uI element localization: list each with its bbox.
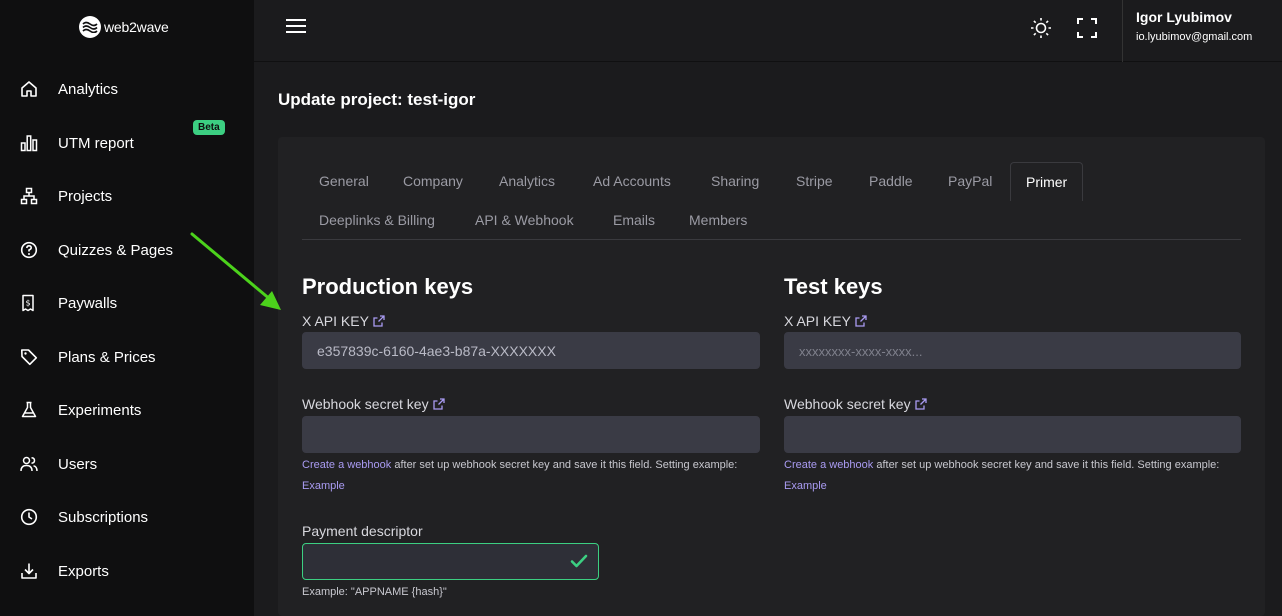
annotation-arrow-icon (190, 232, 281, 310)
tab-sharing[interactable]: Sharing (711, 173, 759, 189)
create-webhook-link[interactable]: Create a webhook (302, 459, 391, 471)
external-link-icon[interactable] (855, 315, 867, 327)
fullscreen-icon[interactable] (1076, 17, 1098, 44)
sidebar-item-label: Paywalls (58, 294, 118, 312)
prod-api-key-label-text: X API KEY (302, 313, 369, 329)
sidebar-item-label: Analytics (58, 80, 119, 98)
sidebar-item-plans-prices[interactable]: Plans & Prices (18, 344, 156, 370)
sidebar-item-label: Exports (58, 562, 109, 580)
prod-api-key-label: X API KEY (302, 313, 385, 329)
test-webhook-label-text: Webhook secret key (784, 396, 911, 412)
question-circle-icon (18, 239, 40, 261)
example-link[interactable]: Example (302, 480, 345, 492)
sidebar-item-label: UTM report (58, 134, 134, 152)
test-webhook-label: Webhook secret key (784, 396, 927, 412)
clock-icon (18, 506, 40, 528)
prod-webhook-label-text: Webhook secret key (302, 396, 429, 412)
brand-name: web2wave (104, 19, 169, 35)
tab-stripe[interactable]: Stripe (796, 173, 833, 189)
top-bar: Igor Lyubimov io.lyubimov@gmail.com (254, 0, 1282, 62)
user-email: io.lyubimov@gmail.com (1136, 31, 1253, 43)
sidebar-item-exports[interactable]: Exports (18, 558, 109, 584)
external-link-icon[interactable] (914, 398, 927, 410)
help-text: after set up webhook secret key and save… (873, 459, 1220, 471)
sidebar-item-analytics[interactable]: Analytics (18, 76, 118, 102)
tab-ad-accounts[interactable]: Ad Accounts (593, 173, 671, 189)
svg-text:$: $ (25, 299, 30, 308)
tab-emails[interactable]: Emails (613, 212, 655, 228)
tab-primer[interactable]: Primer (1010, 162, 1084, 201)
payment-descriptor-hint: Example: "APPNAME {hash}" (302, 586, 447, 598)
sidebar-item-label: Quizzes & Pages (58, 241, 174, 259)
sidebar-item-quizzes-pages[interactable]: Quizzes & Pages (18, 237, 173, 263)
production-keys-heading: Production keys (302, 274, 474, 299)
tab-members[interactable]: Members (689, 212, 747, 228)
user-name: Igor Lyubimov (1136, 9, 1232, 25)
external-link-icon[interactable] (432, 398, 445, 410)
theme-toggle-icon[interactable] (1030, 17, 1052, 44)
prod-api-key-input[interactable]: e357839c-6160-4ae3-b87a-XXXXXXX (302, 332, 760, 369)
sidebar-item-users[interactable]: Users (18, 451, 97, 477)
users-icon (18, 453, 40, 475)
sidebar-item-label: Users (58, 455, 98, 473)
sidebar-item-paywalls[interactable]: $ Paywalls (18, 290, 117, 316)
user-menu[interactable]: Igor Lyubimov io.lyubimov@gmail.com (1122, 0, 1282, 62)
sidebar-item-experiments[interactable]: Experiments (18, 397, 141, 423)
page-title: Update project: test-igor (278, 90, 476, 109)
payment-descriptor-label: Payment descriptor (302, 523, 423, 539)
tab-general[interactable]: General (319, 173, 369, 189)
payment-descriptor-input[interactable] (302, 543, 599, 580)
sitemap-icon (18, 185, 40, 207)
tab-deeplinks-billing[interactable]: Deeplinks & Billing (319, 212, 435, 228)
sidebar-item-label: Experiments (58, 401, 142, 419)
tag-icon (18, 346, 40, 368)
sidebar-item-utm-report[interactable]: UTM report (18, 130, 134, 156)
test-api-key-label-text: X API KEY (784, 313, 851, 329)
help-text: after set up webhook secret key and save… (391, 459, 738, 471)
tab-api-webhook[interactable]: API & Webhook (475, 212, 574, 228)
brand-logo[interactable]: web2wave (79, 16, 169, 38)
home-icon (18, 78, 40, 100)
tab-paypal[interactable]: PayPal (948, 173, 992, 189)
download-icon (18, 560, 40, 582)
check-icon (570, 554, 588, 568)
example-link[interactable]: Example (784, 480, 827, 492)
bar-chart-icon (18, 132, 40, 154)
test-webhook-secret-input[interactable] (784, 416, 1241, 453)
sidebar-item-label: Projects (58, 187, 113, 205)
sidebar-item-subscriptions[interactable]: Subscriptions (18, 504, 148, 530)
test-api-key-input[interactable]: xxxxxxxx-xxxx-xxxx... (784, 332, 1241, 369)
test-keys-heading: Test keys (784, 274, 883, 299)
wave-logo-icon (79, 16, 101, 38)
prod-webhook-help: Create a webhook after set up webhook se… (302, 455, 762, 497)
tab-analytics[interactable]: Analytics (499, 173, 555, 189)
payment-descriptor-label-text: Payment descriptor (302, 523, 423, 539)
tabs-divider (302, 239, 1241, 240)
create-webhook-link[interactable]: Create a webhook (784, 459, 873, 471)
test-api-key-label: X API KEY (784, 313, 867, 329)
flask-icon (18, 399, 40, 421)
test-webhook-help: Create a webhook after set up webhook se… (784, 455, 1244, 497)
external-link-icon[interactable] (373, 315, 385, 327)
prod-webhook-label: Webhook secret key (302, 396, 445, 412)
beta-badge: Beta (193, 120, 225, 135)
receipt-icon: $ (18, 292, 40, 314)
prod-webhook-secret-input[interactable] (302, 416, 760, 453)
tab-company[interactable]: Company (403, 173, 463, 189)
sidebar-item-label: Subscriptions (58, 508, 149, 526)
sidebar-item-label: Plans & Prices (58, 348, 156, 366)
menu-icon[interactable] (286, 19, 306, 35)
tab-paddle[interactable]: Paddle (869, 173, 913, 189)
sidebar-item-projects[interactable]: Projects (18, 183, 112, 209)
